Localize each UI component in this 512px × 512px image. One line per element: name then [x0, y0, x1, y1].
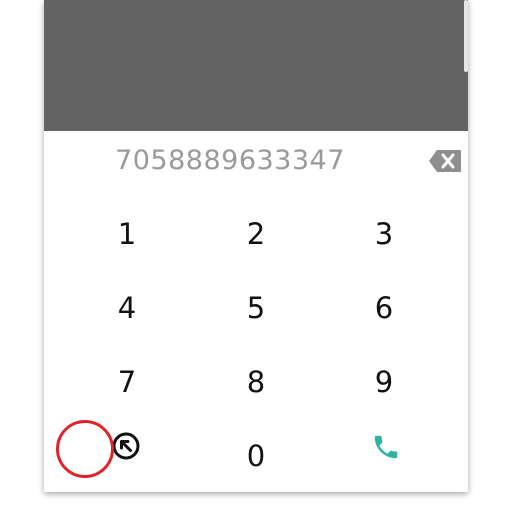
top-dimmed-area[interactable] — [44, 0, 468, 131]
key-0[interactable]: 0 — [216, 428, 296, 484]
number-row: 7058889633347 — [44, 131, 468, 191]
key-1[interactable]: 1 — [87, 206, 167, 262]
scrollbar-thumb[interactable] — [464, 0, 468, 72]
key-7[interactable]: 7 — [87, 354, 167, 410]
key-9[interactable]: 9 — [344, 354, 424, 410]
highlight-ring — [56, 420, 114, 478]
backspace-button[interactable] — [428, 149, 462, 173]
dialer-screen: 7058889633347 1 2 3 4 5 6 7 8 9 0 — [44, 0, 468, 492]
key-4[interactable]: 4 — [87, 280, 167, 336]
call-button[interactable] — [371, 432, 401, 466]
minimize-dialpad-button[interactable] — [111, 431, 141, 465]
key-6[interactable]: 6 — [344, 280, 424, 336]
key-5[interactable]: 5 — [216, 280, 296, 336]
dialed-number[interactable]: 7058889633347 — [44, 145, 394, 176]
arrow-up-left-icon — [112, 432, 140, 460]
phone-icon — [374, 435, 398, 459]
key-3[interactable]: 3 — [344, 206, 424, 262]
key-8[interactable]: 8 — [216, 354, 296, 410]
stage: 7058889633347 1 2 3 4 5 6 7 8 9 0 — [0, 0, 512, 512]
key-2[interactable]: 2 — [216, 206, 296, 262]
backspace-icon — [429, 150, 461, 172]
